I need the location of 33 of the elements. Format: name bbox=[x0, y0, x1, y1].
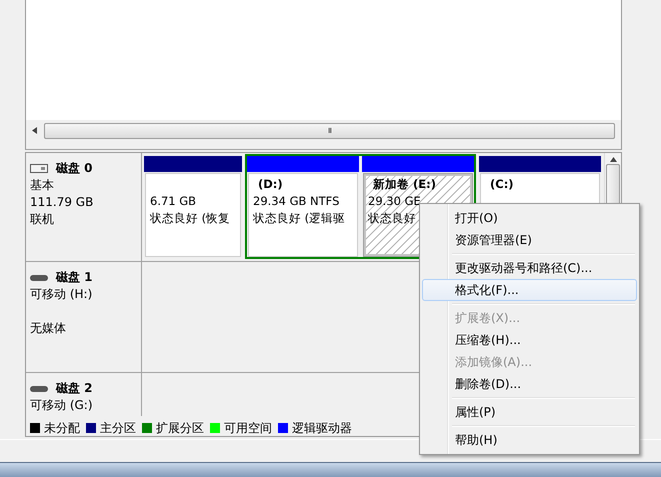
disk-type: 基本 bbox=[30, 177, 55, 194]
menu-item[interactable]: 帮助(H) bbox=[422, 429, 637, 451]
disk-size: 111.79 GB bbox=[30, 194, 94, 211]
up-arrow-icon[interactable] bbox=[610, 157, 616, 162]
menu-item[interactable]: 删除卷(D)... bbox=[422, 373, 637, 395]
partition-label: 新加卷 (E:) bbox=[372, 176, 436, 193]
legend-label: 主分区 bbox=[100, 420, 136, 436]
partition-size: 29.34 GB NTFS bbox=[253, 193, 340, 210]
partition-size: 29.30 GE bbox=[368, 193, 421, 210]
disk-status: 无媒体 bbox=[30, 320, 67, 337]
disk-type: 可移动 (G:) bbox=[30, 397, 94, 414]
partition-size: 6.71 GB bbox=[150, 193, 196, 210]
partition-body[interactable]: 6.71 GB 状态良好 (恢复 bbox=[145, 173, 241, 257]
disk-status: 联机 bbox=[30, 211, 55, 228]
legend-label: 未分配 bbox=[44, 420, 80, 436]
disk-name: 磁盘 2 bbox=[56, 380, 93, 397]
disk-name: 磁盘 1 bbox=[56, 269, 93, 286]
legend-label: 可用空间 bbox=[224, 420, 272, 436]
legend-label: 逻辑驱动器 bbox=[292, 420, 352, 436]
disk-type: 可移动 (H:) bbox=[30, 286, 94, 303]
partition-status: 状态良好 (恢复 bbox=[150, 210, 230, 227]
partition-body[interactable]: (D:) 29.34 GB NTFS 状态良好 (逻辑驱 bbox=[248, 173, 358, 257]
partition-status: 状态良好 bbox=[368, 210, 416, 227]
left-arrow-icon[interactable] bbox=[32, 126, 36, 134]
menu-item[interactable]: 属性(P) bbox=[422, 401, 637, 423]
partition-label: (D:) bbox=[257, 176, 283, 193]
menu-item[interactable]: 更改驱动器号和路径(C)... bbox=[422, 257, 637, 279]
disk-name: 磁盘 0 bbox=[56, 160, 93, 177]
menu-item[interactable]: 格式化(F)... bbox=[422, 279, 637, 301]
partition-label: (C:) bbox=[489, 176, 514, 193]
legend-label: 扩展分区 bbox=[156, 420, 204, 436]
partition-status: 状态良好 (逻辑驱 bbox=[253, 210, 346, 227]
menu-item[interactable]: 压缩卷(H)... bbox=[422, 329, 637, 351]
